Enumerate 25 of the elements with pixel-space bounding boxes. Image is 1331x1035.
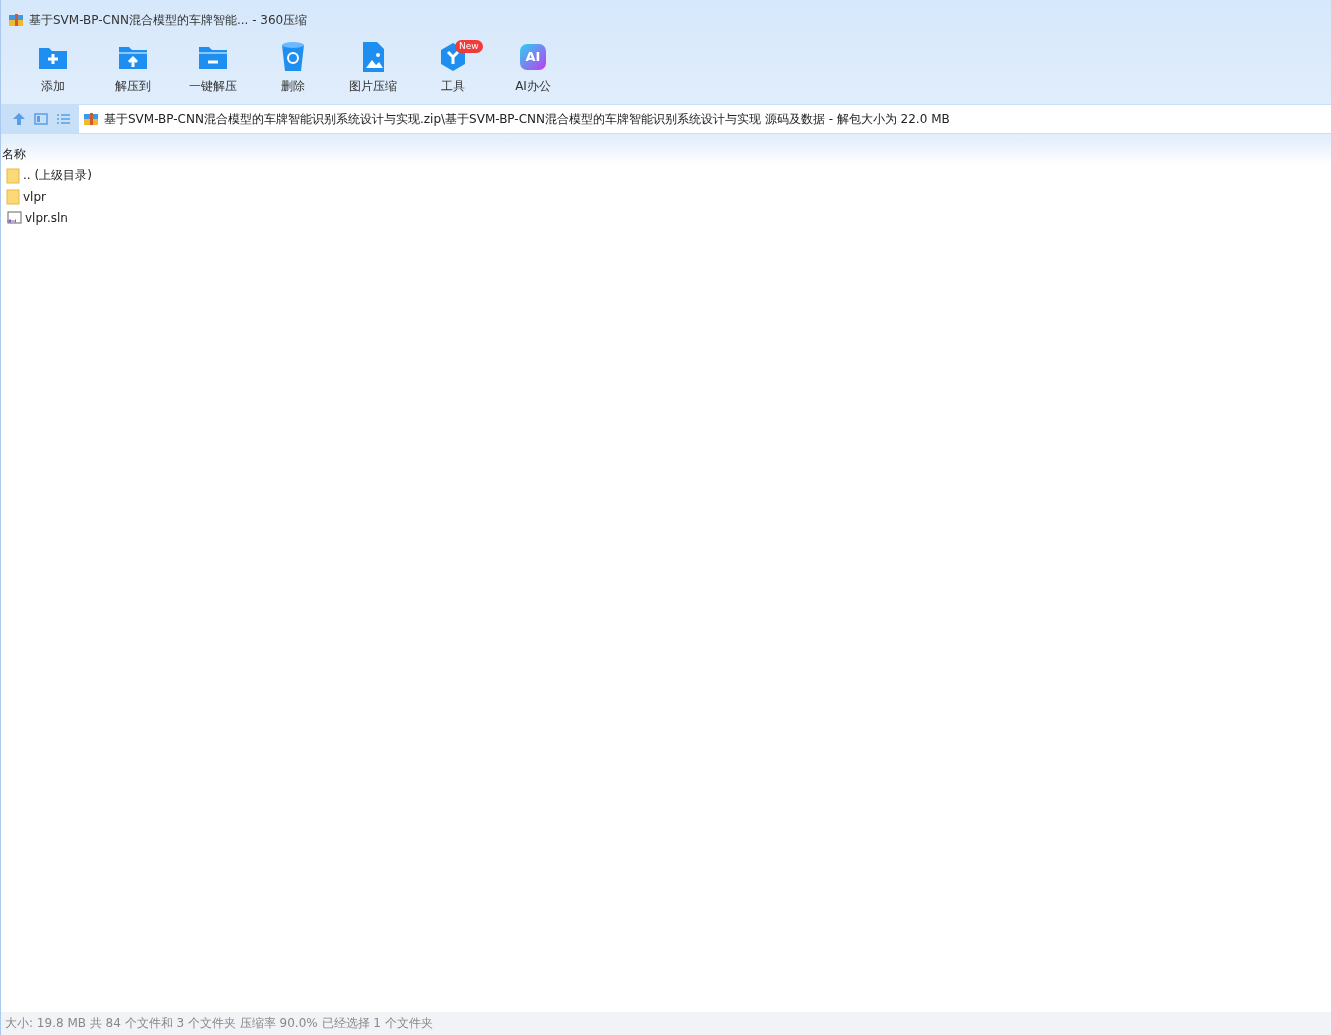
archive-icon <box>83 111 99 127</box>
archive-icon <box>8 12 24 28</box>
column-header[interactable]: 名称 <box>1 134 1331 165</box>
ai-logo-text: AI <box>524 49 542 65</box>
list-icon[interactable] <box>55 111 71 127</box>
view-icon[interactable] <box>33 111 49 127</box>
window-title: 基于SVM-BP-CNN混合模型的车牌智能... - 360压缩 <box>29 11 308 29</box>
toolbar-button[interactable]: 一键解压 <box>173 40 253 98</box>
new-badge: New <box>455 40 483 53</box>
up-arrow-icon[interactable] <box>11 111 27 127</box>
toolbar-button[interactable]: 添加 <box>13 40 93 98</box>
file-name[interactable]: .. (上级目录) <box>23 167 92 184</box>
toolbar-button[interactable]: 删除 <box>253 40 333 98</box>
file-name[interactable]: vlpr <box>23 189 46 204</box>
toolbar-button[interactable]: 解压到 <box>93 40 173 98</box>
file-name[interactable]: vlpr.sln <box>25 210 68 225</box>
solution-file-icon <box>6 209 22 226</box>
status-bar: 大小: 19.8 MB 共 84 个文件和 3 个文件夹 压缩率 90.0% 已经选择 1 个文件夹 <box>1 1012 1331 1035</box>
toolbar-button[interactable]: New 工具 <box>413 40 493 98</box>
folder-icon <box>6 167 20 184</box>
folder-icon <box>6 188 20 205</box>
address-bar[interactable]: 基于SVM-BP-CNN混合模型的车牌智能识别系统设计与实现.zip\基于SVM-BP-CNN混合模型的车牌智能识别系统设计与实现 源码及数据 - 解包大小为 22.0 MB <box>79 105 1331 133</box>
toolbar-button[interactable]: 图片压缩 <box>333 40 413 98</box>
address-path: 基于SVM-BP-CNN混合模型的车牌智能识别系统设计与实现.zip\基于SVM-BP-CNN混合模型的车牌智能识别系统设计与实现 源码及数据 - 解包大小为 22.0 MB <box>104 110 950 128</box>
toolbar-button[interactable]: AI AI办公 <box>493 40 573 98</box>
